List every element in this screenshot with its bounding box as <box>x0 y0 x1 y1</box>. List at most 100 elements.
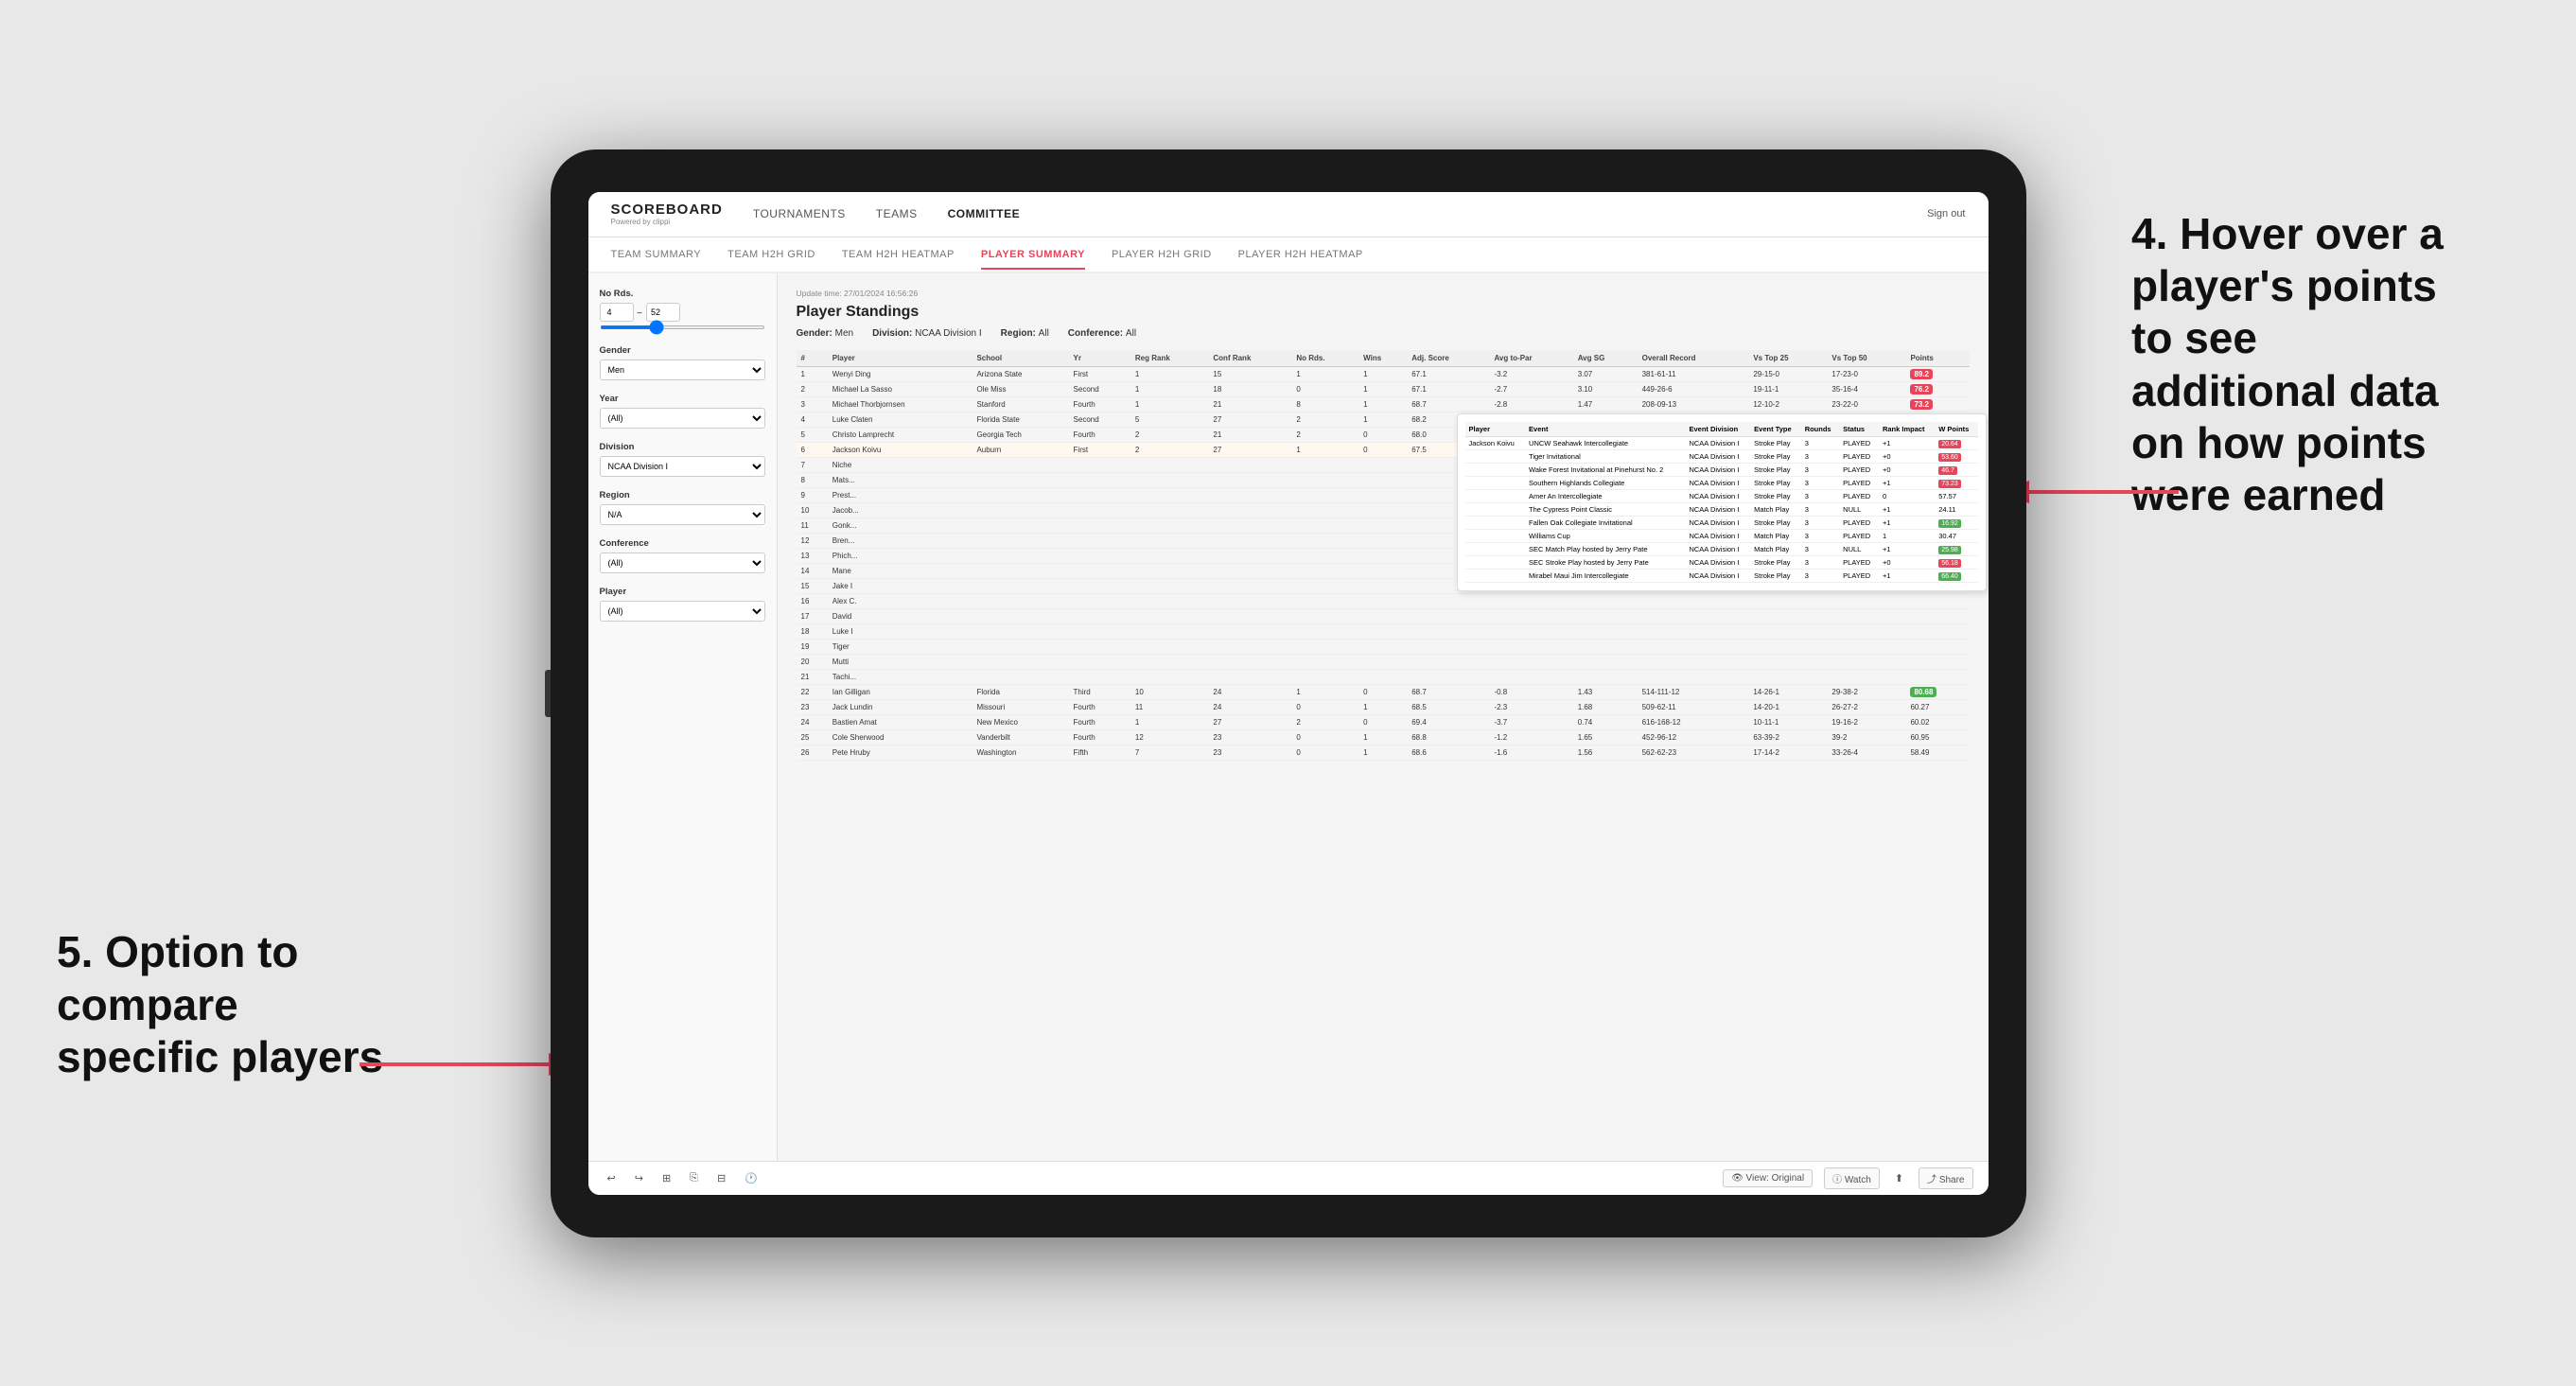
table-row: 22Ian GilliganFloridaThird10241068.7-0.8… <box>797 684 1970 699</box>
no-rds-min-input[interactable] <box>600 303 634 322</box>
logo-area: SCOREBOARD Powered by clippi <box>611 202 723 226</box>
division-select[interactable]: NCAA Division I NCAA Division II <box>600 456 765 477</box>
sub-nav: TEAM SUMMARY TEAM H2H GRID TEAM H2H HEAT… <box>588 237 1989 273</box>
col-conf-rank: Conf Rank <box>1208 350 1291 367</box>
tablet-frame: SCOREBOARD Powered by clippi TOURNAMENTS… <box>551 149 2026 1237</box>
col-no-rds: No Rds. <box>1291 350 1358 367</box>
conference-select[interactable]: (All) <box>600 553 765 573</box>
player-select[interactable]: (All) <box>600 601 765 622</box>
table-row: 1Wenyi DingArizona StateFirst1151167.1-3… <box>797 366 1970 381</box>
points-cell[interactable]: 60.02 <box>1905 714 1969 729</box>
undo-icon[interactable]: ↩ <box>604 1170 620 1186</box>
copy-icon[interactable]: ⎘ <box>686 1170 702 1186</box>
points-cell[interactable]: 60.27 <box>1905 699 1969 714</box>
points-cell[interactable]: 73.2 <box>1905 396 1969 412</box>
top-nav: SCOREBOARD Powered by clippi TOURNAMENTS… <box>588 192 1989 237</box>
points-cell[interactable] <box>1905 593 1969 608</box>
content-title: Player Standings <box>797 304 1970 321</box>
no-rds-slider[interactable] <box>600 325 765 329</box>
tab-team-h2h-grid[interactable]: TEAM H2H GRID <box>727 241 815 270</box>
tooltip-col-status: Status <box>1839 422 1879 437</box>
table-row: 16Alex C. <box>797 593 1970 608</box>
bottom-toolbar: ↩ ↪ ⊞ ⎘ ⊟ 🕐 👁 View: Original ⓘ Watch ⬆ ⤴… <box>588 1161 1989 1195</box>
table-row: 26Pete HrubyWashingtonFifth7230168.6-1.6… <box>797 745 1970 760</box>
no-rds-max-input[interactable] <box>646 303 680 322</box>
points-tooltip-popup: Player Event Event Division Event Type R… <box>1457 413 1987 591</box>
year-section: Year (All) <box>600 394 765 429</box>
player-section: Player (All) <box>600 587 765 622</box>
tooltip-table: Player Event Event Division Event Type R… <box>1465 422 1978 583</box>
clock-icon[interactable]: 🕐 <box>741 1170 762 1186</box>
table-header-row: # Player School Yr Reg Rank Conf Rank No… <box>797 350 1970 367</box>
col-school: School <box>972 350 1068 367</box>
points-cell[interactable]: 89.2 <box>1905 366 1969 381</box>
division-label: Division <box>600 442 765 452</box>
right-annotation-text: 4. Hover over a player's points to see a… <box>2131 208 2529 521</box>
watch-button[interactable]: ⓘ Watch <box>1824 1167 1880 1189</box>
filter-row: Gender: Men Division: NCAA Division I Re… <box>797 328 1970 339</box>
points-cell[interactable]: 80.68 <box>1905 684 1969 699</box>
table-row: 3Michael ThorbjornsenStanfordFourth12181… <box>797 396 1970 412</box>
col-player: Player <box>828 350 973 367</box>
col-avg-sg: Avg SG <box>1573 350 1638 367</box>
tooltip-row: Wake Forest Invitational at Pinehurst No… <box>1465 463 1978 476</box>
gender-select[interactable]: Men Women <box>600 360 765 380</box>
right-annotation: 4. Hover over a player's points to see a… <box>2131 208 2529 521</box>
points-cell[interactable]: 58.49 <box>1905 745 1969 760</box>
view-original-button[interactable]: 👁 View: Original <box>1723 1169 1813 1187</box>
tooltip-row: SEC Stroke Play hosted by Jerry PateNCAA… <box>1465 555 1978 569</box>
col-overall: Overall Record <box>1638 350 1749 367</box>
tooltip-row: Jackson KoivuUNCW Seahawk Intercollegiat… <box>1465 436 1978 449</box>
col-reg-rank: Reg Rank <box>1130 350 1209 367</box>
share-button[interactable]: ⤴ Share <box>1919 1167 1972 1189</box>
points-cell[interactable] <box>1905 669 1969 684</box>
filter-icon[interactable]: ⊟ <box>713 1170 729 1186</box>
region-select[interactable]: N/A <box>600 504 765 525</box>
filter-conference: Conference: All <box>1068 328 1136 339</box>
tooltip-row: Mirabel Maui Jim IntercollegiateNCAA Div… <box>1465 569 1978 582</box>
tab-player-h2h-grid[interactable]: PLAYER H2H GRID <box>1112 241 1212 270</box>
year-select[interactable]: (All) <box>600 408 765 429</box>
sign-out-link[interactable]: Sign out <box>1927 208 1965 219</box>
grid-icon[interactable]: ⊞ <box>658 1170 675 1186</box>
nav-committee[interactable]: COMMITTEE <box>948 203 1021 224</box>
division-section: Division NCAA Division I NCAA Division I… <box>600 442 765 477</box>
tooltip-header-row: Player Event Event Division Event Type R… <box>1465 422 1978 437</box>
points-cell[interactable]: 60.95 <box>1905 729 1969 745</box>
tooltip-col-division: Event Division <box>1685 422 1750 437</box>
tooltip-row: Southern Highlands CollegiateNCAA Divisi… <box>1465 476 1978 489</box>
points-cell[interactable] <box>1905 623 1969 639</box>
gender-label: Gender <box>600 345 765 356</box>
tab-team-summary[interactable]: TEAM SUMMARY <box>611 241 702 270</box>
content-header: Update time: 27/01/2024 16:56:26 Player … <box>797 289 1970 339</box>
nav-teams[interactable]: TEAMS <box>876 203 918 224</box>
redo-icon[interactable]: ↪ <box>631 1170 647 1186</box>
sidebar: No Rds. – Gender Men Women <box>588 273 778 1161</box>
table-row: 23Jack LundinMissouriFourth11240168.5-2.… <box>797 699 1970 714</box>
tab-player-h2h-heatmap[interactable]: PLAYER H2H HEATMAP <box>1238 241 1363 270</box>
filter-region: Region: All <box>1001 328 1049 339</box>
points-cell[interactable] <box>1905 639 1969 654</box>
col-wins: Wins <box>1358 350 1407 367</box>
main-content: No Rds. – Gender Men Women <box>588 273 1989 1161</box>
tab-player-summary[interactable]: PLAYER SUMMARY <box>981 241 1085 270</box>
tooltip-row: The Cypress Point ClassicNCAA Division I… <box>1465 502 1978 516</box>
tooltip-row: SEC Match Play hosted by Jerry PateNCAA … <box>1465 542 1978 555</box>
tab-team-h2h-heatmap[interactable]: TEAM H2H HEATMAP <box>842 241 955 270</box>
update-time: Update time: 27/01/2024 16:56:26 <box>797 289 1970 298</box>
points-cell[interactable] <box>1905 608 1969 623</box>
col-num: # <box>797 350 828 367</box>
tablet-screen: SCOREBOARD Powered by clippi TOURNAMENTS… <box>588 192 1989 1195</box>
filter-gender: Gender: Men <box>797 328 854 339</box>
left-annotation-text: 5. Option to compare specific players <box>57 926 416 1083</box>
logo-sub: Powered by clippi <box>611 218 723 226</box>
points-cell[interactable]: 76.2 <box>1905 381 1969 396</box>
nav-tournaments[interactable]: TOURNAMENTS <box>753 203 846 224</box>
region-section: Region N/A <box>600 490 765 525</box>
table-row: 18Luke I <box>797 623 1970 639</box>
tooltip-col-player: Player <box>1465 422 1526 437</box>
points-cell[interactable] <box>1905 654 1969 669</box>
content-panel: Update time: 27/01/2024 16:56:26 Player … <box>778 273 1989 1161</box>
export-icon[interactable]: ⬆ <box>1891 1170 1907 1186</box>
player-label: Player <box>600 587 765 597</box>
